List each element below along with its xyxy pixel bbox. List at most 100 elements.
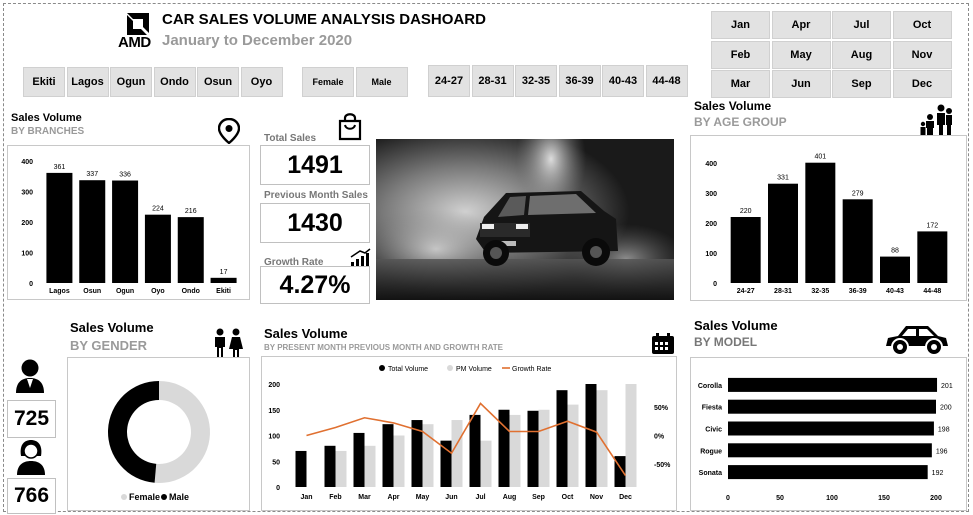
- branch-option-oyo[interactable]: Oyo: [240, 67, 283, 97]
- y2-tick-label: 0%: [654, 434, 665, 441]
- slice-female: [154, 381, 210, 483]
- bar-pm-volume-feb: [335, 450, 347, 487]
- bar-total-volume-oct: [556, 390, 568, 487]
- data-label: 192: [932, 470, 944, 477]
- month-option-feb[interactable]: Feb: [711, 40, 770, 69]
- amd-logo: AMD: [118, 10, 158, 51]
- x-tick-label: May: [416, 494, 430, 501]
- x-tick-label: Oyo: [151, 288, 165, 295]
- x-tick-label: Osun: [83, 288, 101, 295]
- month-option-jul[interactable]: Jul: [832, 11, 891, 39]
- bar-pm-volume-oct: [567, 404, 579, 487]
- monthly-panel: 0 50 100 150 200 50% 0% -50% Jan Feb Mar Apr May Jun J…: [261, 356, 677, 511]
- x-tick-label: Aug: [503, 494, 517, 501]
- y2-tick-label: -50%: [654, 462, 671, 469]
- bar-osun: [79, 180, 106, 283]
- month-option-jun[interactable]: Jun: [771, 70, 831, 98]
- legend-label-female: Female: [129, 492, 160, 502]
- x-tick-label: 36-39: [849, 288, 867, 295]
- gender-option-male[interactable]: Male: [355, 67, 408, 97]
- month-option-may[interactable]: May: [771, 40, 831, 69]
- month-option-oct[interactable]: Oct: [892, 11, 952, 39]
- x-tick-label: Feb: [329, 494, 341, 501]
- month-option-apr[interactable]: Apr: [771, 11, 831, 39]
- bar-24-27: [730, 217, 761, 283]
- page-title: CAR SALES VOLUME ANALYSIS DASHOARD: [162, 11, 486, 28]
- x-tick-label: 24-27: [737, 288, 755, 295]
- y-tick-label: 150: [268, 408, 280, 415]
- x-tick-label: 40-43: [886, 288, 904, 295]
- age-option-32-35[interactable]: 32-35: [515, 65, 557, 97]
- branch-option-ondo[interactable]: Ondo: [153, 67, 196, 97]
- y-tick-label: Corolla: [698, 383, 722, 390]
- x-tick-label: Nov: [590, 494, 603, 501]
- y-tick-label: 400: [705, 161, 717, 168]
- logo-text: AMD: [118, 34, 151, 51]
- age-panel: 0 100 200 300 400 220 24-27 331 28-31 401 32-35 279…: [690, 135, 967, 301]
- bar-pm-volume-jul: [480, 440, 492, 487]
- month-option-dec[interactable]: Dec: [892, 70, 952, 98]
- branch-option-ekiti[interactable]: Ekiti: [23, 67, 65, 97]
- age-option-24-27[interactable]: 24-27: [428, 65, 470, 97]
- legend-label-male: Male: [169, 492, 189, 502]
- x-tick-label: Jun: [445, 494, 457, 501]
- bar-oyo: [144, 214, 171, 283]
- bar-pm-volume-sep: [538, 409, 550, 487]
- age-option-44-48[interactable]: 44-48: [645, 65, 688, 97]
- prev-month-label: Previous Month Sales: [264, 190, 368, 201]
- bar-sonata: [728, 465, 928, 480]
- month-option-mar[interactable]: Mar: [711, 70, 770, 98]
- bar-44-48: [917, 231, 948, 283]
- bar-rogue: [728, 443, 932, 458]
- monthly-title: Sales Volume: [264, 326, 348, 341]
- bar-28-31: [768, 183, 798, 283]
- bar-fiesta: [728, 399, 936, 414]
- y-tick-label: 100: [268, 434, 280, 441]
- gender-chart: Female Male: [107, 381, 210, 502]
- bar-total-volume-jun: [440, 440, 452, 487]
- bar-lagos: [46, 172, 73, 283]
- prev-month-value: 1430: [260, 203, 370, 243]
- x-tick-label: 28-31: [774, 288, 792, 295]
- shopping-bag-icon: [338, 111, 362, 146]
- bar-40-43: [880, 256, 910, 283]
- branch-option-lagos[interactable]: Lagos: [66, 67, 109, 97]
- y-tick-label: Rogue: [700, 448, 722, 455]
- data-label: 224: [152, 206, 164, 213]
- age-option-28-31[interactable]: 28-31: [471, 65, 514, 97]
- month-option-sep[interactable]: Sep: [832, 70, 891, 98]
- gender-option-female[interactable]: Female: [302, 67, 354, 97]
- x-tick-label: Jul: [475, 494, 485, 501]
- gender-panel: Female Male: [67, 357, 250, 511]
- data-label: 200: [940, 405, 952, 412]
- bar-pm-volume-aug: [509, 414, 521, 487]
- month-option-aug[interactable]: Aug: [832, 40, 891, 69]
- legend-marker-female: [121, 494, 127, 500]
- y-tick-label: 300: [705, 191, 717, 198]
- branch-option-ogun[interactable]: Ogun: [110, 67, 152, 97]
- bar-total-volume-sep: [527, 410, 539, 487]
- month-option-jan[interactable]: Jan: [711, 11, 770, 39]
- male-user-icon: [14, 358, 46, 399]
- age-subtitle: BY AGE GROUP: [694, 115, 787, 129]
- age-option-40-43[interactable]: 40-43: [602, 65, 644, 97]
- x-tick-label: 100: [826, 495, 838, 502]
- data-label: 198: [938, 427, 950, 434]
- x-tick-label: Oct: [562, 494, 574, 501]
- data-label: 216: [185, 208, 197, 215]
- bar-total-volume-apr: [382, 424, 394, 487]
- data-label: 336: [119, 172, 131, 179]
- month-option-nov[interactable]: Nov: [892, 40, 952, 69]
- y-tick-label: 200: [705, 221, 717, 228]
- bar-ogun: [112, 180, 139, 283]
- data-label: 361: [54, 164, 66, 171]
- data-label: 220: [740, 208, 752, 215]
- gender-subtitle: BY GENDER: [70, 338, 148, 353]
- car-photo: [376, 139, 674, 300]
- age-option-36-39[interactable]: 36-39: [558, 65, 601, 97]
- y-tick-label: 0: [276, 485, 280, 492]
- growth-value: 4.27%: [260, 266, 370, 304]
- bar-pm-volume-mar: [364, 445, 376, 487]
- branch-option-osun[interactable]: Osun: [197, 67, 239, 97]
- model-panel: Corolla 201 Fiesta 200 Civic 198 Rogue 196 Sonat…: [690, 357, 967, 511]
